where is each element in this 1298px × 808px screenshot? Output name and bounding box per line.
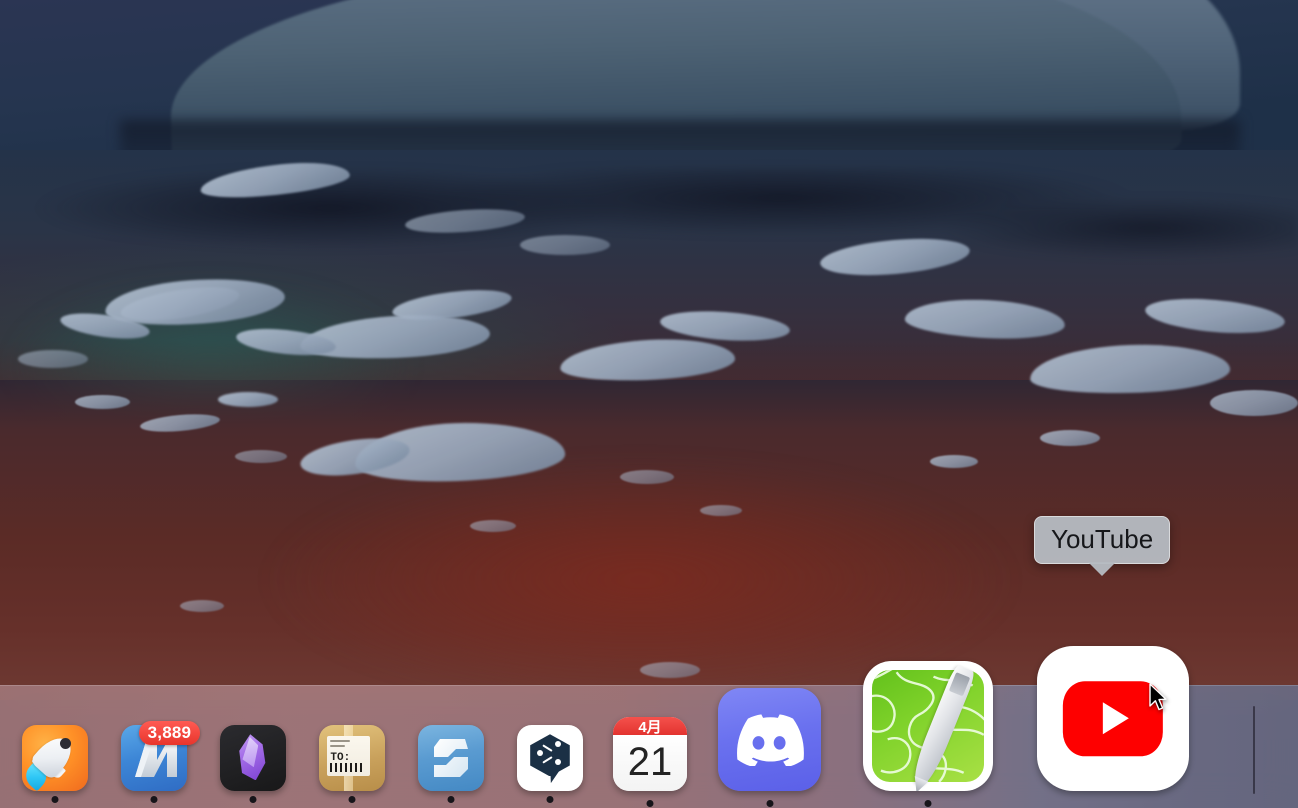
ice-floe (235, 450, 287, 463)
dock-item-dropshare[interactable] (517, 725, 583, 803)
dock-tooltip-label: YouTube (1051, 524, 1154, 554)
running-indicator-dot (348, 796, 356, 803)
running-indicator-dot (150, 796, 158, 803)
dock-separator (1253, 706, 1255, 794)
running-indicator-dot (249, 796, 257, 803)
ice-floe (620, 470, 674, 484)
running-indicator-dot (447, 796, 455, 803)
dock-item-newton-mail[interactable]: 3,889 (121, 721, 201, 803)
youtube-play-icon (1037, 646, 1189, 791)
calendar-month-label: 4月 (613, 717, 687, 737)
dock-tooltip-arrow (1088, 562, 1117, 576)
ice-floe (1040, 430, 1100, 446)
ice-floe (640, 662, 700, 678)
running-indicator-dot (924, 800, 932, 807)
share-hexagon-icon (517, 725, 583, 791)
wallpaper-dark-band (0, 168, 1298, 288)
discord-logo-glyph (737, 714, 805, 767)
mindnode-map-pen-icon (863, 661, 993, 791)
calendar-day-label: 21 (613, 734, 687, 791)
ice-floe (218, 392, 278, 407)
running-indicator-dot (766, 800, 773, 807)
obsidian-crystal-icon (220, 725, 286, 791)
dock[interactable]: 3,889 TO: 4月 21 (0, 646, 1298, 808)
dock-item-discord[interactable] (718, 688, 821, 807)
dock-item-youtube[interactable] (1037, 646, 1189, 791)
ice-floe (520, 235, 610, 255)
ice-floe (470, 520, 516, 532)
ice-floe (930, 455, 978, 468)
dock-item-obsidian[interactable] (220, 725, 286, 803)
running-indicator-dot (51, 796, 59, 803)
snagit-s-glyph (434, 739, 468, 777)
package-to-label: TO: (330, 751, 351, 764)
dock-item-snagit[interactable] (418, 725, 484, 803)
ice-floe (1210, 390, 1298, 416)
dock-item-mindnode[interactable] (863, 661, 993, 807)
ice-floe (18, 350, 88, 368)
play-triangle-icon (1103, 702, 1129, 735)
dock-tooltip: YouTube (1034, 516, 1171, 576)
rocket-icon (22, 725, 88, 791)
barcode-icon (330, 763, 364, 773)
ice-floe (700, 505, 742, 516)
notification-badge: 3,889 (138, 721, 201, 746)
package-icon: TO: (319, 725, 385, 791)
ice-floe (75, 395, 130, 409)
desktop-screen: YouTube 3,889 TO: 4月 21 (0, 0, 1298, 808)
dock-item-parcel[interactable]: TO: (319, 725, 385, 803)
discord-face-icon (718, 688, 821, 791)
ice-floe (180, 600, 224, 612)
calendar-icon: 4月 21 (613, 717, 687, 791)
dock-item-launchpad[interactable] (22, 725, 88, 803)
running-indicator-dot (546, 796, 554, 803)
snagit-s-icon (418, 725, 484, 791)
dock-item-calendar[interactable]: 4月 21 (613, 717, 687, 807)
running-indicator-dot (646, 800, 654, 807)
